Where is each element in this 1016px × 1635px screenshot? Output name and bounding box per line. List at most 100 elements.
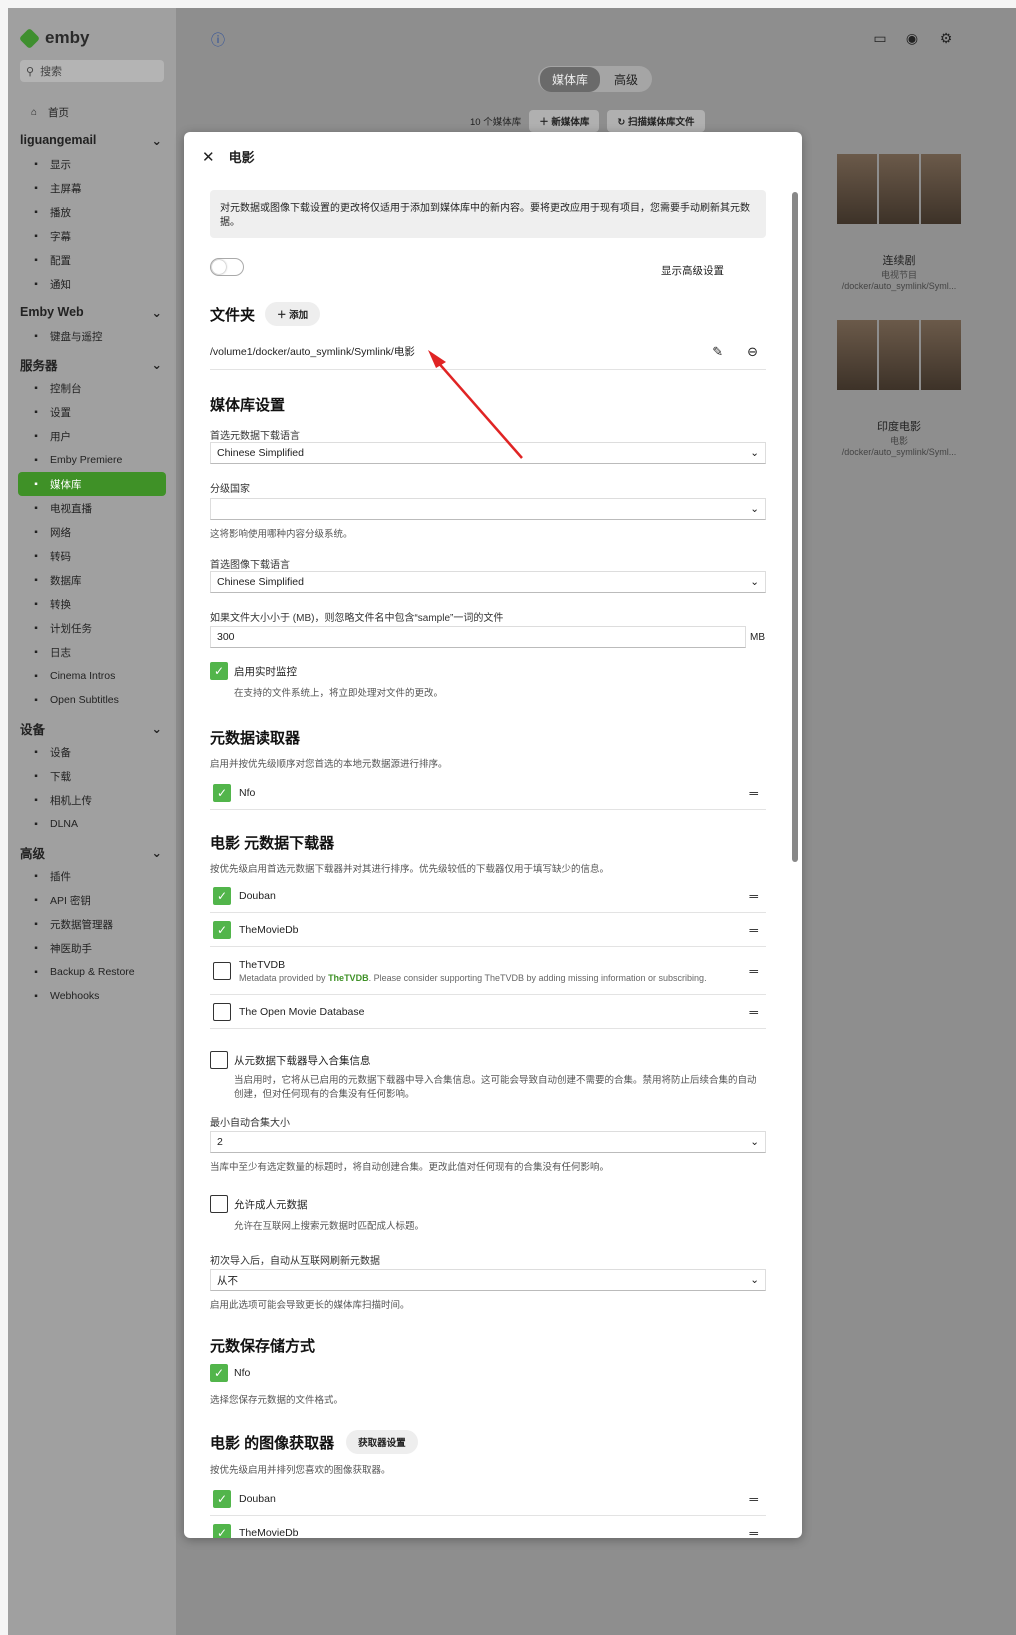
sidebar-item[interactable]: ▪ Backup & Restore — [18, 960, 168, 984]
sidebar-item-home[interactable]: ⌂ 首页 — [18, 100, 168, 124]
sidebar-item[interactable]: ▪ 插件 — [18, 864, 168, 888]
drag-handle-icon[interactable]: ═ — [749, 889, 758, 903]
drag-handle-icon[interactable]: ═ — [749, 1005, 758, 1019]
sidebar-item[interactable]: ▪ 下载 — [18, 764, 168, 788]
sidebar-item[interactable]: ▪ 计划任务 — [18, 616, 168, 640]
camera-icon: ▪ — [34, 794, 38, 806]
gear-icon[interactable]: ⚙ — [936, 30, 956, 50]
sidebar-item[interactable]: ▪ 媒体库 — [18, 472, 166, 496]
sidebar-item[interactable]: ▪ 字幕 — [18, 224, 168, 248]
sidebar-item[interactable]: ▪ Emby Premiere — [18, 448, 168, 472]
sidebar-item[interactable]: ▪ 配置 — [18, 248, 168, 272]
cast-icon[interactable]: ▭ — [870, 30, 890, 50]
list-item: ✓ TheMovieDb ═ — [210, 913, 766, 947]
list-item: ✓ Douban ═ — [210, 879, 766, 913]
sidebar-item[interactable]: ▪ 通知 — [18, 272, 168, 296]
sidebar-item[interactable]: ▪ 显示 — [18, 152, 168, 176]
sidebar-item[interactable]: ▪ 转换 — [18, 592, 168, 616]
scan-library-button[interactable]: ↻ 扫描媒体库文件 — [607, 110, 705, 132]
enable-checkbox[interactable]: ✓ — [213, 783, 231, 802]
sidebar-item[interactable]: ▪ 控制台 — [18, 376, 168, 400]
help-icon[interactable]: ⓘ — [208, 30, 228, 50]
sidebar-item[interactable]: ▪ 电视直播 — [18, 496, 168, 520]
sidebar-item[interactable]: ▪ 日志 — [18, 640, 168, 664]
sidebar-item[interactable]: ▪ DLNA — [18, 812, 168, 836]
close-icon[interactable]: ✕ — [202, 148, 215, 166]
list-item: ✓ Nfo ═ — [210, 776, 766, 810]
sidebar-item[interactable]: ▪ 用户 — [18, 424, 168, 448]
enable-checkbox[interactable]: ✓ — [213, 920, 231, 939]
tab-advanced[interactable]: 高级 — [602, 67, 650, 92]
display-icon: ▪ — [34, 158, 38, 170]
collections-checkbox[interactable] — [210, 1051, 228, 1069]
sidebar-item[interactable]: ▪ API 密钥 — [18, 888, 168, 912]
min-collection-select[interactable]: 2 ⌄ — [210, 1131, 766, 1153]
realtime-checkbox[interactable]: ✓ — [210, 662, 228, 680]
sidebar-item[interactable]: ▪ 设备 — [18, 740, 168, 764]
drag-handle-icon[interactable]: ═ — [749, 964, 758, 978]
sidebar-section[interactable]: 服务器 ⌄ — [18, 352, 168, 376]
sidebar-item[interactable]: ▪ 相机上传 — [18, 788, 168, 812]
tab-libraries[interactable]: 媒体库 — [540, 66, 601, 92]
sidebar-item[interactable]: ▪ Cinema Intros — [18, 664, 168, 688]
emby-logo[interactable]: emby — [18, 27, 89, 49]
realtime-hint: 在支持的文件系统上，将立即处理对文件的更改。 — [234, 688, 444, 699]
sidebar-item[interactable]: ▪ 设置 — [18, 400, 168, 424]
add-folder-button[interactable]: ＋ 添加 — [265, 302, 321, 326]
sidebar-item[interactable]: ▪ 主屏幕 — [18, 176, 168, 200]
fetcher-settings-button[interactable]: 获取器设置 — [346, 1430, 418, 1454]
drag-handle-icon[interactable]: ═ — [749, 1492, 758, 1506]
country-label: 分级国家 — [210, 484, 250, 495]
image-language-value: Chinese Simplified — [217, 576, 304, 588]
library-card[interactable]: 印度电影 电影 /docker/auto_symlink/Syml... — [834, 320, 964, 457]
adult-checkbox[interactable] — [210, 1195, 228, 1213]
sample-size-input[interactable]: 300 — [210, 626, 746, 648]
advanced-toggle[interactable] — [210, 258, 244, 276]
sidebar-section[interactable]: 高级 ⌄ — [18, 840, 168, 864]
readers-list: ✓ Nfo ═ — [210, 776, 766, 810]
sidebar-item[interactable]: ▪ 元数据管理器 — [18, 912, 168, 936]
list-item-name: TheTVDB — [239, 958, 286, 971]
sidebar-item[interactable]: ▪ 数据库 — [18, 568, 168, 592]
pencil-icon[interactable]: ✎ — [712, 344, 723, 360]
chevron-down-icon: ⌄ — [151, 721, 162, 736]
sidebar-item[interactable]: ▪ 转码 — [18, 544, 168, 568]
enable-checkbox[interactable] — [213, 1002, 231, 1021]
sample-size-value: 300 — [217, 631, 235, 643]
sidebar-item[interactable]: ▪ Webhooks — [18, 984, 168, 1008]
tvdb-link[interactable]: TheTVDB — [328, 973, 369, 983]
sidebar-item[interactable]: ▪ 神医助手 — [18, 936, 168, 960]
sidebar-item-label: 转码 — [50, 550, 71, 563]
enable-checkbox[interactable]: ✓ — [213, 1489, 231, 1508]
sidebar-section[interactable]: liguangemail ⌄ — [18, 128, 168, 152]
adult-hint: 允许在互联网上搜索元数据时匹配成人标题。 — [234, 1221, 425, 1232]
sidebar-item[interactable]: ▪ Open Subtitles — [18, 688, 168, 712]
metadata-language-select[interactable]: Chinese Simplified ⌄ — [210, 442, 766, 464]
sidebar-item[interactable]: ▪ 播放 — [18, 200, 168, 224]
avatar[interactable]: ◉ — [902, 30, 922, 50]
sidebar-item[interactable]: ▪ 键盘与遥控 — [18, 324, 168, 348]
edit-icon: ▪ — [34, 918, 38, 930]
refresh-select[interactable]: 从不 ⌄ — [210, 1269, 766, 1291]
library-card[interactable]: 连续剧 电视节目 /docker/auto_symlink/Syml... — [834, 154, 964, 291]
enable-checkbox[interactable] — [213, 961, 231, 980]
new-library-button[interactable]: ＋ 新媒体库 — [529, 110, 600, 132]
drag-handle-icon[interactable]: ═ — [749, 786, 758, 800]
note-prefix: Metadata provided by — [239, 972, 329, 983]
devices-icon: ▪ — [34, 746, 38, 758]
country-select[interactable]: ⌄ — [210, 498, 766, 520]
sidebar-item[interactable]: ▪ 网络 — [18, 520, 168, 544]
sidebar-item-label: 设置 — [50, 406, 71, 419]
saver-checkbox[interactable]: ✓ — [210, 1364, 228, 1382]
image-language-select[interactable]: Chinese Simplified ⌄ — [210, 571, 766, 593]
scrollbar[interactable] — [792, 192, 798, 862]
sidebar-section[interactable]: Emby Web ⌄ — [18, 300, 168, 324]
search-input[interactable]: ⚲ 搜索 — [20, 60, 164, 82]
scan-library-label: 扫描媒体库文件 — [627, 117, 695, 128]
drag-handle-icon[interactable]: ═ — [749, 1526, 758, 1539]
drag-handle-icon[interactable]: ═ — [749, 923, 758, 937]
remove-icon[interactable]: ⊖ — [747, 344, 758, 360]
enable-checkbox[interactable]: ✓ — [213, 1523, 231, 1538]
enable-checkbox[interactable]: ✓ — [213, 886, 231, 905]
sidebar-section[interactable]: 设备 ⌄ — [18, 716, 168, 740]
